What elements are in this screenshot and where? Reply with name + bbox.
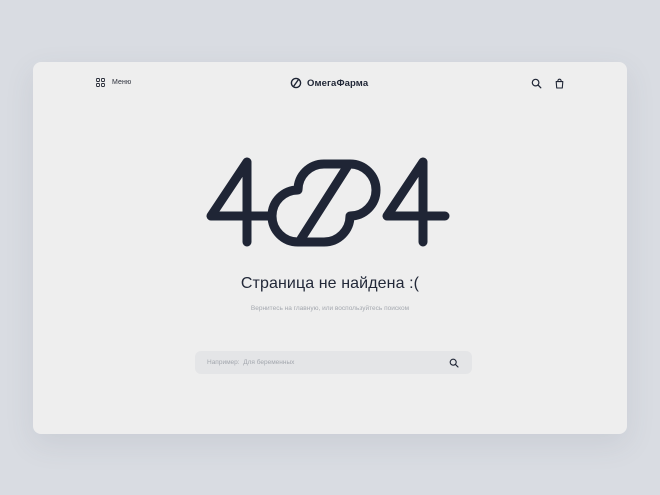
shopping-bag-icon[interactable]: [554, 78, 565, 89]
pill-logo-icon: [290, 77, 302, 89]
menu-label: Меню: [112, 79, 132, 86]
page-title: Страница не найдена :(: [240, 275, 420, 292]
search-bar: [195, 351, 472, 374]
search-icon[interactable]: [449, 358, 459, 368]
digit-four-right: [382, 157, 450, 247]
page-subtitle: Вернитесь на главную, или воспользуйтесь…: [250, 305, 410, 312]
search-icon[interactable]: [531, 78, 542, 89]
search-input[interactable]: [207, 359, 427, 366]
error-code-graphic: [206, 157, 450, 247]
pill-zero: [267, 159, 381, 247]
digit-four-left: [206, 157, 274, 247]
logo-text: ОмегаФарма: [307, 77, 369, 89]
logo-link[interactable]: ОмегаФарма: [290, 77, 368, 89]
grid-icon: [96, 78, 105, 87]
error-page-card: Меню ОмегаФарма Страница не найдена :( В…: [33, 62, 627, 434]
menu-button[interactable]: Меню: [96, 78, 131, 87]
